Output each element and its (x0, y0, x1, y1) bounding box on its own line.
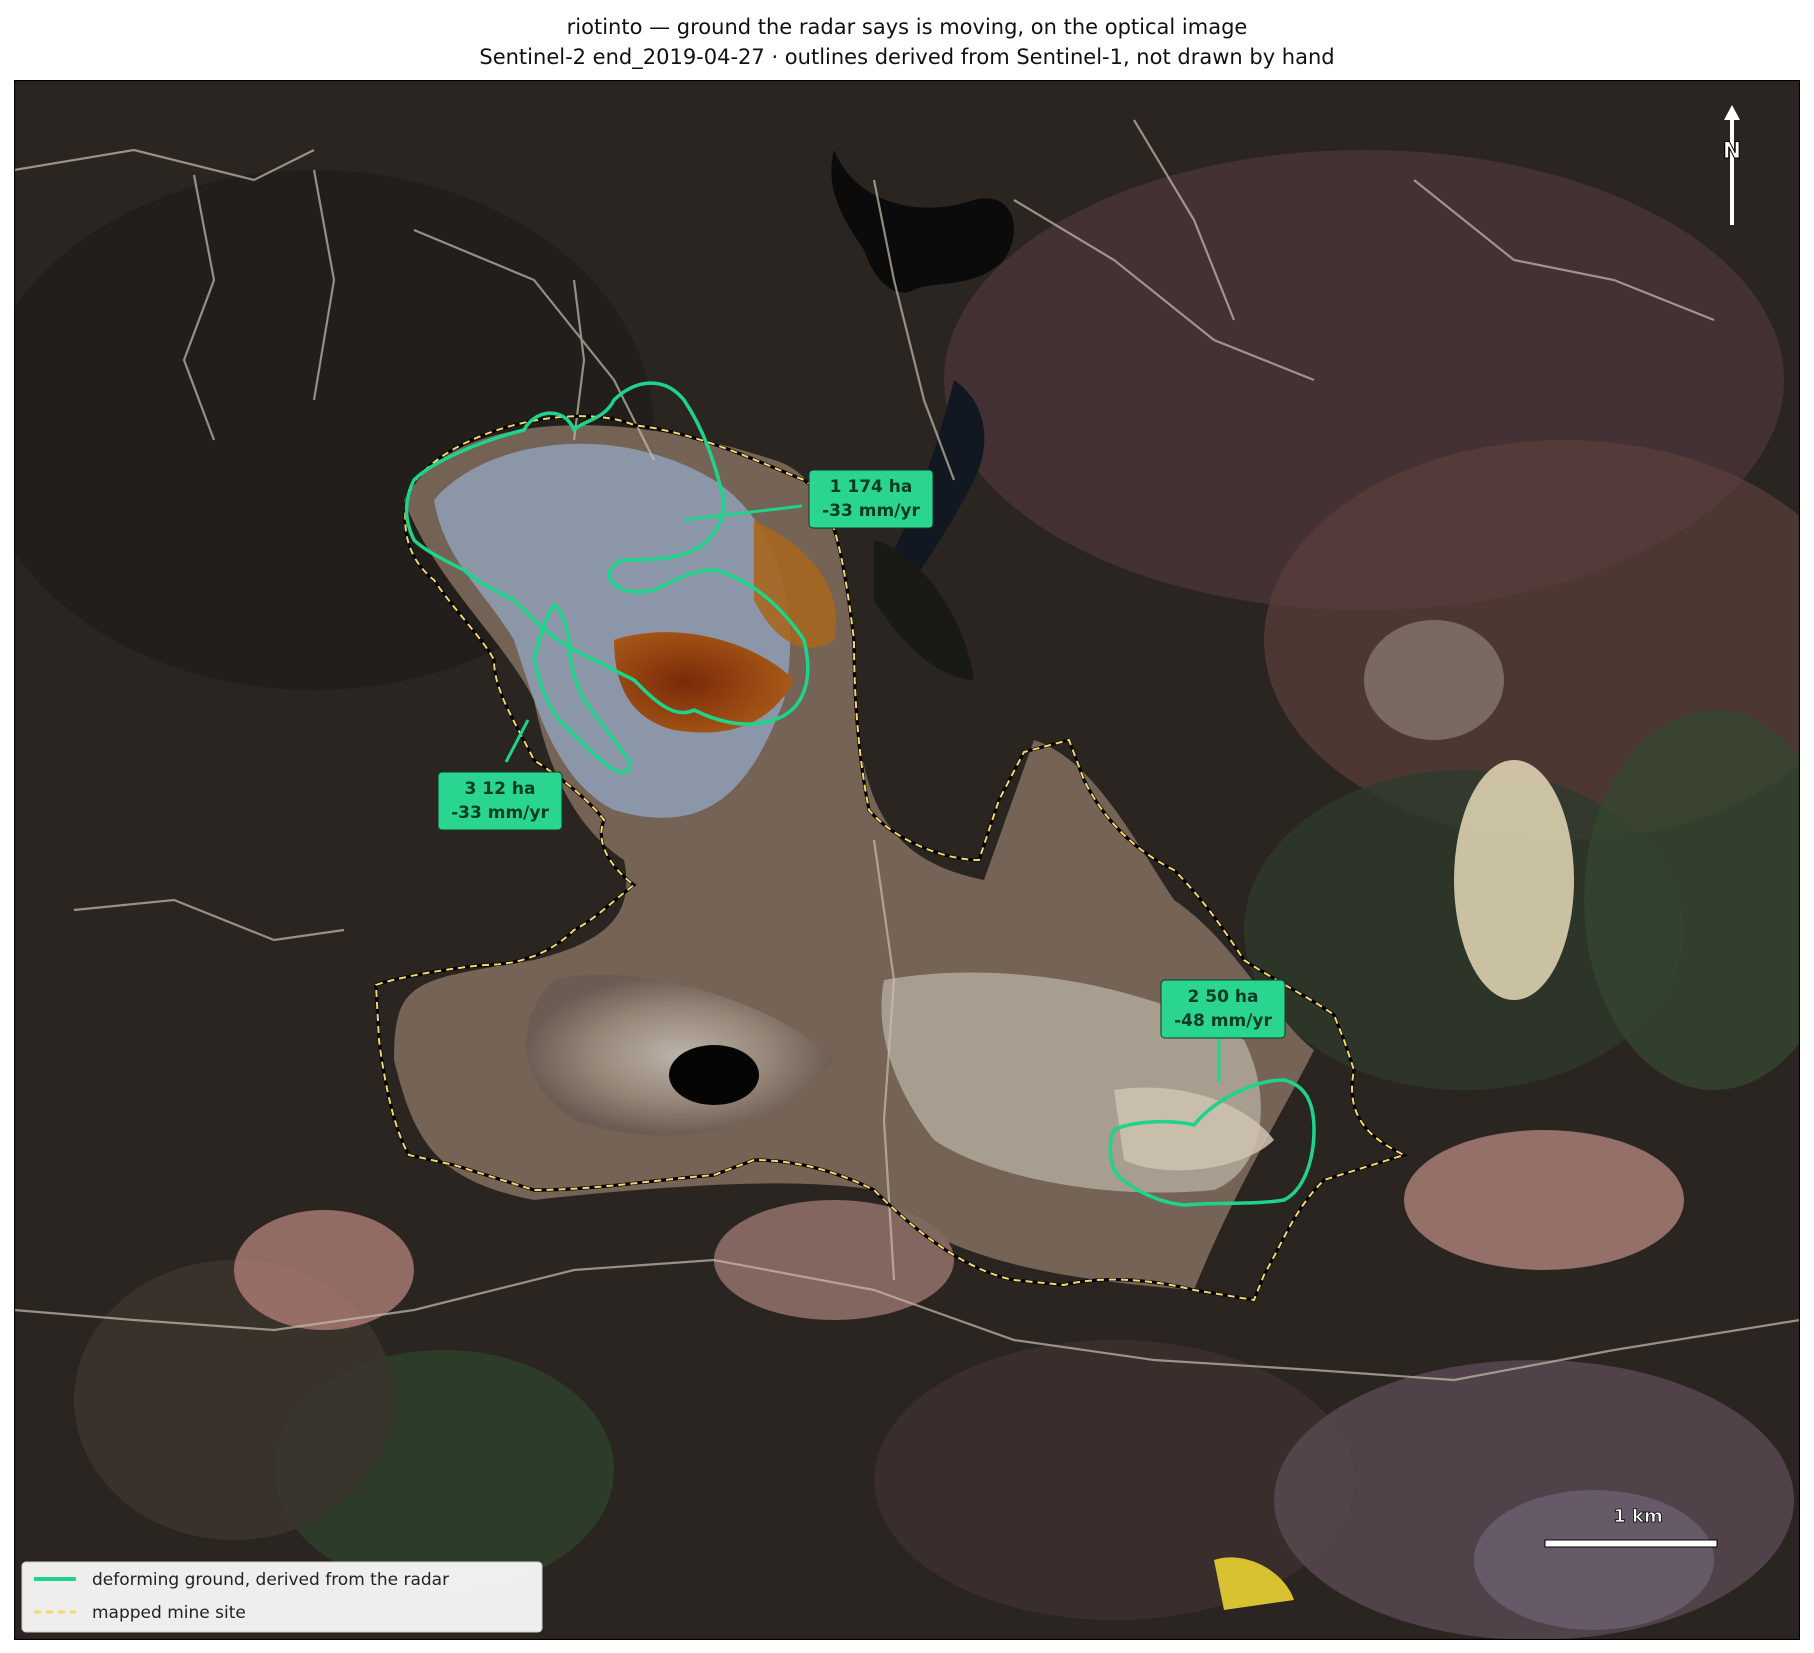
north-label: N (1723, 139, 1741, 164)
legend-label-mine: mapped mine site (92, 1603, 246, 1623)
zone-2-area: 2 50 ha (1188, 987, 1259, 1007)
zone-1-rate: -33 mm/yr (822, 501, 920, 521)
zone-1-label: 1 174 ha -33 mm/yr (808, 469, 934, 529)
optical-image (14, 80, 1800, 1640)
scale-label: 1 km (1613, 1506, 1663, 1527)
map-subtitle: Sentinel-2 end_2019-04-27 · outlines der… (479, 45, 1335, 69)
legend: deforming ground, derived from the radar… (21, 1561, 543, 1633)
zone-2-label: 2 50 ha -48 mm/yr (1160, 979, 1286, 1039)
zone-3-area: 3 12 ha (465, 779, 536, 799)
zone-1-area: 1 174 ha (830, 477, 913, 497)
zone-2-rate: -48 mm/yr (1174, 1011, 1272, 1031)
satellite-map: 1 174 ha -33 mm/yr 2 50 ha -48 mm/yr 3 1… (14, 80, 1800, 1640)
legend-label-deforming: deforming ground, derived from the radar (92, 1570, 449, 1590)
zone-3-label: 3 12 ha -33 mm/yr (437, 771, 563, 831)
map-title: riotinto — ground the radar says is movi… (566, 15, 1248, 39)
zone-3-rate: -33 mm/yr (451, 803, 549, 823)
